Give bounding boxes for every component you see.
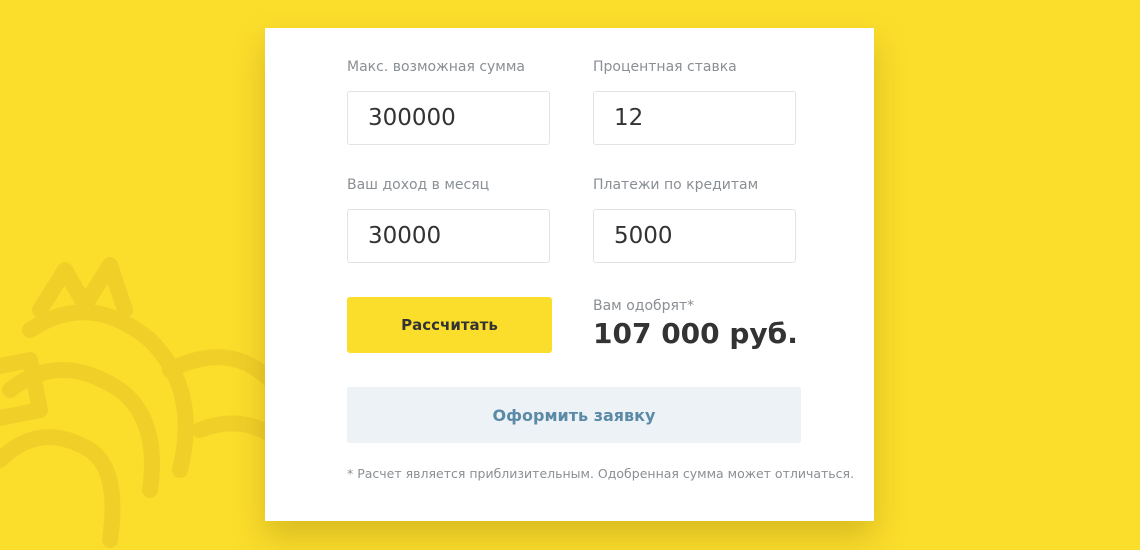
approved-amount-value: 107 000 руб.	[593, 317, 798, 350]
credit-payments-label: Платежи по кредитам	[593, 177, 759, 193]
monthly-income-input[interactable]	[347, 209, 550, 263]
interest-rate-label: Процентная ставка	[593, 59, 737, 75]
apply-button[interactable]: Оформить заявку	[347, 387, 801, 443]
disclaimer-footnote: * Расчет является приблизительным. Одобр…	[347, 466, 855, 481]
credit-payments-input[interactable]	[593, 209, 796, 263]
max-amount-label: Макс. возможная сумма	[347, 59, 526, 75]
griffin-emblem-icon	[0, 257, 298, 548]
calculate-button[interactable]: Рассчитать	[347, 297, 552, 353]
credit-calculator-card: Макс. возможная сумма Процентная ставка …	[265, 28, 874, 521]
interest-rate-input[interactable]	[593, 91, 796, 145]
max-amount-input[interactable]	[347, 91, 550, 145]
monthly-income-label: Ваш доход в месяц	[347, 177, 490, 193]
approved-amount-label: Вам одобрят*	[593, 298, 695, 314]
